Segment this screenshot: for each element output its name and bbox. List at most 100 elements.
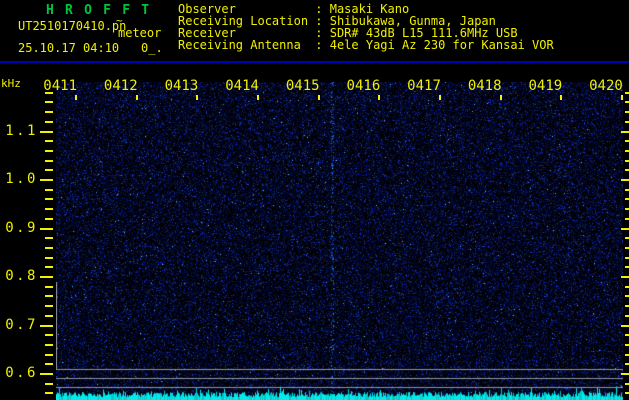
echo-counter: 0_.	[141, 41, 163, 55]
freq-axis-tick	[45, 353, 53, 356]
freq-axis-tick	[45, 169, 53, 172]
time-axis-tick	[499, 95, 502, 100]
freq-axis-tick	[45, 305, 53, 308]
freq-axis-tick	[621, 276, 629, 278]
freq-axis-tick	[45, 101, 53, 104]
freq-axis-tick	[45, 343, 53, 346]
station-info-row: Receiving Antenna : 4ele Yagi Az 230 for…	[178, 38, 554, 52]
freq-axis-tick	[625, 343, 629, 346]
freq-axis-tick	[625, 159, 629, 162]
freq-axis-tick	[625, 295, 629, 298]
freq-axis-tick	[45, 363, 53, 366]
freq-axis-label: 1.1	[5, 122, 38, 139]
freq-axis-tick	[45, 237, 53, 240]
freq-axis-tick	[45, 140, 53, 143]
freq-axis-tick	[625, 120, 629, 123]
freq-axis-tick	[45, 314, 53, 317]
freq-axis-tick	[621, 324, 629, 327]
freq-axis-tick	[45, 188, 53, 191]
freq-axis-tick	[625, 111, 629, 114]
freq-axis-label: 1.0	[5, 171, 38, 187]
freq-unit-label: kHz	[1, 77, 21, 90]
freq-axis-tick	[625, 237, 629, 240]
time-axis-tick	[196, 95, 199, 100]
freq-axis-tick	[45, 208, 53, 211]
freq-axis-tick	[45, 149, 53, 152]
time-axis-tick	[560, 95, 563, 100]
freq-axis-tick	[45, 159, 53, 162]
freq-axis-tick	[625, 140, 629, 143]
freq-axis-tick	[625, 217, 629, 220]
freq-axis-tick	[621, 179, 629, 181]
time-axis-label: 0416	[346, 78, 381, 94]
time-axis-tick	[317, 95, 320, 100]
freq-axis-tick	[45, 120, 53, 123]
freq-axis-tick	[45, 295, 53, 298]
freq-axis-tick	[625, 392, 629, 395]
meteor-overlay-label: meteor	[118, 26, 162, 40]
freq-axis-tick	[625, 305, 629, 308]
freq-axis-tick	[45, 111, 53, 114]
time-axis-tick	[620, 95, 623, 100]
time-axis-label: 0420	[589, 78, 623, 94]
freq-axis-tick	[45, 256, 53, 259]
freq-axis-tick	[625, 149, 629, 152]
freq-axis-tick	[625, 314, 629, 317]
freq-axis-label: 0.6	[5, 365, 38, 381]
time-axis-tick	[378, 95, 381, 100]
freq-axis-tick	[40, 324, 53, 327]
freq-axis-tick	[621, 373, 629, 375]
freq-axis-label: 0.7	[5, 316, 38, 333]
freq-axis-tick	[45, 382, 53, 385]
freq-axis-tick	[625, 285, 629, 288]
time-axis-label: 0418	[467, 78, 502, 94]
freq-axis-tick	[45, 91, 53, 94]
freq-axis-tick	[625, 363, 629, 366]
time-axis-tick	[75, 95, 77, 100]
time-axis-label: 0414	[225, 78, 259, 94]
freq-axis-label: 0.9	[5, 219, 38, 236]
freq-axis-tick	[45, 285, 53, 288]
time-axis-label: 0419	[528, 78, 563, 94]
header-divider	[0, 61, 629, 63]
freq-axis-tick	[625, 188, 629, 191]
time-axis-tick	[135, 95, 138, 100]
freq-axis-tick	[625, 382, 629, 385]
filename-label: UT2510170410.pn	[18, 19, 127, 33]
app-title: H R O F F T	[46, 3, 151, 18]
freq-axis-tick	[40, 179, 53, 181]
freq-axis-tick	[625, 353, 629, 356]
freq-axis-tick	[40, 373, 53, 375]
freq-axis-tick	[625, 266, 629, 269]
freq-axis-label: 0.8	[5, 268, 38, 284]
freq-axis-tick	[625, 256, 629, 259]
freq-axis-tick	[625, 198, 629, 201]
station-info-block: Observer : Masaki Kano Receiving Location…	[178, 3, 554, 51]
freq-axis-tick	[45, 334, 53, 337]
time-axis-label: 0413	[164, 78, 199, 94]
freq-axis-tick	[40, 276, 53, 278]
freq-axis-tick	[45, 392, 53, 395]
time-axis-tick	[438, 95, 441, 100]
time-axis-label: 0415	[285, 78, 320, 94]
freq-axis-tick	[625, 101, 629, 104]
time-axis-tick	[256, 95, 259, 100]
freq-axis-tick	[45, 266, 53, 269]
freq-axis-tick	[45, 198, 53, 201]
hrofft-output-image: H R O F F T UT2510170410.pn ~ meteor 25.…	[0, 0, 629, 400]
freq-axis-tick	[625, 208, 629, 211]
spectrogram-canvas	[56, 82, 623, 400]
freq-axis-tick	[621, 130, 629, 133]
freq-axis-tick	[625, 169, 629, 172]
time-axis-label: 0412	[103, 78, 138, 94]
datetime-label: 25.10.17 04:10	[18, 41, 120, 55]
time-axis-label: 0417	[407, 78, 441, 94]
freq-axis-tick	[45, 246, 53, 249]
freq-axis-tick	[40, 227, 53, 230]
freq-axis-tick	[45, 217, 53, 220]
freq-axis-tick	[621, 227, 629, 230]
freq-axis-tick	[40, 130, 53, 133]
freq-axis-tick	[625, 91, 629, 94]
freq-axis-tick	[625, 246, 629, 249]
freq-axis-tick	[625, 334, 629, 337]
